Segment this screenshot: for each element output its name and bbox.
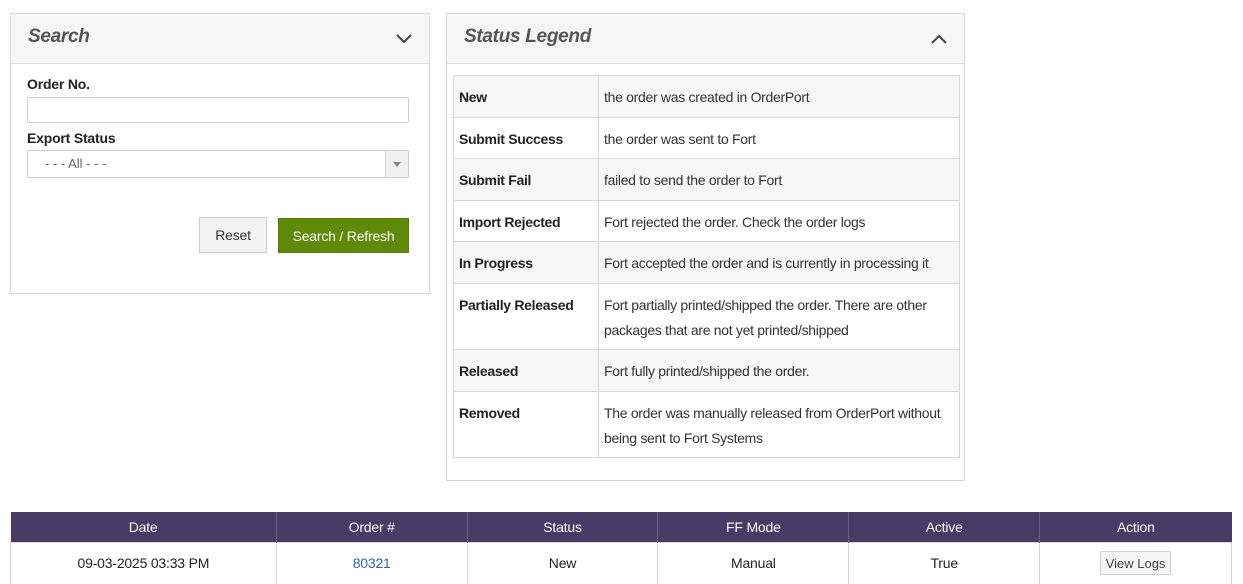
cell-active: True	[848, 541, 1041, 584]
status-legend-panel: Status Legend New the order was created …	[446, 13, 965, 481]
legend-term: Partially Released	[453, 283, 599, 350]
column-header-status[interactable]: Status	[467, 512, 659, 542]
legend-row: New the order was created in OrderPort	[453, 75, 960, 118]
legend-desc: failed to send the order to Fort	[598, 158, 960, 201]
legend-term: In Progress	[453, 241, 599, 284]
search-refresh-button[interactable]: Search / Refresh	[278, 218, 409, 253]
reset-button[interactable]: Reset	[199, 217, 267, 253]
legend-row: Import Rejected Fort rejected the order.…	[453, 200, 960, 242]
search-panel-header[interactable]: Search	[11, 14, 429, 64]
order-no-input[interactable]	[27, 97, 409, 123]
legend-term: Removed	[453, 391, 599, 458]
legend-desc: The order was manually released from Ord…	[598, 391, 960, 458]
legend-row: In Progress Fort accepted the order and …	[453, 241, 960, 284]
legend-row: Released Fort fully printed/shipped the …	[453, 349, 960, 392]
cell-date: 09-03-2025 03:33 PM	[10, 541, 277, 584]
legend-row: Submit Fail failed to send the order to …	[453, 158, 960, 201]
column-header-action: Action	[1039, 512, 1232, 542]
legend-row: Partially Released Fort partially printe…	[453, 283, 960, 350]
cell-order: 80321	[275, 541, 468, 584]
export-status-label: Export Status	[27, 130, 116, 146]
grid-header-row: Date Order # Status FF Mode Active Actio…	[10, 512, 1232, 542]
legend-term: Submit Fail	[453, 158, 599, 201]
dropdown-arrow-icon[interactable]	[385, 151, 408, 177]
legend-row: Submit Success the order was sent to For…	[453, 117, 960, 159]
cell-action: View Logs	[1039, 541, 1232, 584]
legend-term: Submit Success	[453, 117, 599, 159]
legend-desc: Fort accepted the order and is currently…	[598, 241, 960, 284]
table-row: 09-03-2025 03:33 PM 80321 New Manual Tru…	[10, 541, 1232, 584]
view-logs-button[interactable]: View Logs	[1099, 551, 1172, 575]
legend-desc: Fort fully printed/shipped the order.	[598, 349, 960, 392]
legend-row: Removed The order was manually released …	[453, 391, 960, 458]
legend-desc: Fort partially printed/shipped the order…	[598, 283, 960, 350]
column-header-order[interactable]: Order #	[276, 512, 468, 542]
column-header-date[interactable]: Date	[10, 512, 277, 542]
status-legend-title: Status Legend	[464, 26, 592, 47]
chevron-up-icon[interactable]	[928, 29, 950, 49]
legend-term: Import Rejected	[453, 200, 599, 242]
order-no-label: Order No.	[27, 76, 90, 92]
chevron-down-icon[interactable]	[393, 29, 415, 49]
order-link[interactable]: 80321	[353, 555, 391, 571]
export-status-select[interactable]: - - - All - - -	[27, 150, 409, 178]
column-header-active[interactable]: Active	[848, 512, 1041, 542]
legend-term: New	[453, 75, 599, 118]
status-legend-table: New the order was created in OrderPort S…	[453, 75, 960, 458]
legend-desc: the order was created in OrderPort	[598, 75, 960, 118]
legend-desc: Fort rejected the order. Check the order…	[598, 200, 960, 242]
legend-desc: the order was sent to Fort	[598, 117, 960, 159]
status-legend-header[interactable]: Status Legend	[447, 14, 964, 64]
cell-status: New	[466, 541, 659, 584]
search-panel: Search Order No. Export Status - - - All…	[10, 13, 430, 294]
orders-grid: Date Order # Status FF Mode Active Actio…	[10, 512, 1232, 584]
legend-term: Released	[453, 349, 599, 392]
search-panel-title: Search	[28, 26, 90, 47]
export-status-value: - - - All - - -	[45, 156, 107, 171]
column-header-ff-mode[interactable]: FF Mode	[657, 512, 850, 542]
cell-ff-mode: Manual	[657, 541, 850, 584]
